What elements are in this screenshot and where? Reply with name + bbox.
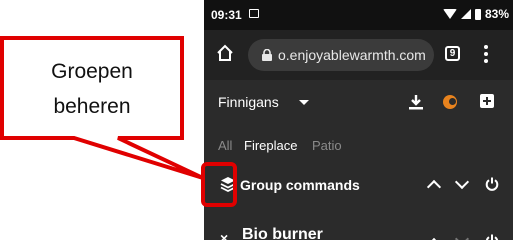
signal-icon bbox=[460, 9, 471, 19]
tab-all[interactable]: All bbox=[218, 138, 232, 153]
group-commands-label: Group commands bbox=[240, 177, 360, 193]
browser-toolbar: o.enjoyablewarmth.com 9 bbox=[204, 30, 513, 80]
status-time: 09:31 bbox=[211, 8, 242, 22]
image-notification-icon bbox=[249, 9, 259, 18]
tab-patio[interactable]: Patio bbox=[312, 138, 342, 153]
app-header: Finnigans bbox=[204, 80, 513, 128]
chevron-down-icon[interactable] bbox=[454, 231, 470, 240]
power-icon[interactable] bbox=[485, 234, 499, 240]
wifi-icon bbox=[442, 9, 457, 19]
flame-icon[interactable] bbox=[443, 95, 457, 109]
power-icon[interactable] bbox=[485, 177, 499, 191]
status-bar: 09:31 83% bbox=[204, 0, 513, 30]
url-text: o.enjoyablewarmth.com bbox=[278, 47, 426, 63]
address-bar[interactable]: o.enjoyablewarmth.com bbox=[248, 39, 434, 71]
battery-icon bbox=[474, 8, 481, 20]
status-right: 83% bbox=[442, 7, 509, 21]
callout-text: Groepen beheren bbox=[12, 54, 172, 124]
callout-line-2: beheren bbox=[53, 95, 131, 118]
tab-switcher-button[interactable]: 9 bbox=[445, 46, 460, 61]
close-icon[interactable]: × bbox=[220, 230, 228, 240]
chevron-down-icon[interactable] bbox=[454, 174, 470, 190]
lock-icon bbox=[262, 49, 272, 61]
battery-percent: 83% bbox=[484, 7, 509, 21]
chevron-up-icon[interactable] bbox=[426, 179, 442, 195]
add-icon[interactable] bbox=[480, 94, 494, 108]
tab-count: 9 bbox=[449, 48, 456, 59]
site-selector[interactable]: Finnigans bbox=[218, 94, 279, 110]
highlight-box bbox=[201, 162, 237, 207]
home-icon[interactable] bbox=[216, 44, 234, 62]
filter-tabs: All Fireplace Patio bbox=[204, 128, 513, 166]
bio-burner-label: Bio burner bbox=[242, 226, 323, 240]
more-menu-icon[interactable] bbox=[484, 44, 488, 64]
download-icon[interactable] bbox=[408, 94, 424, 110]
chevron-down-icon[interactable] bbox=[299, 100, 309, 105]
tab-fireplace[interactable]: Fireplace bbox=[244, 138, 297, 153]
bio-burner-row[interactable]: × Bio burner bbox=[204, 220, 513, 240]
group-commands-row[interactable]: Group commands bbox=[204, 167, 513, 201]
callout-line-1: Groepen bbox=[51, 60, 133, 83]
phone-screen: 09:31 83% o.enjoyablewarmth.com 9 Finnig… bbox=[204, 0, 513, 240]
